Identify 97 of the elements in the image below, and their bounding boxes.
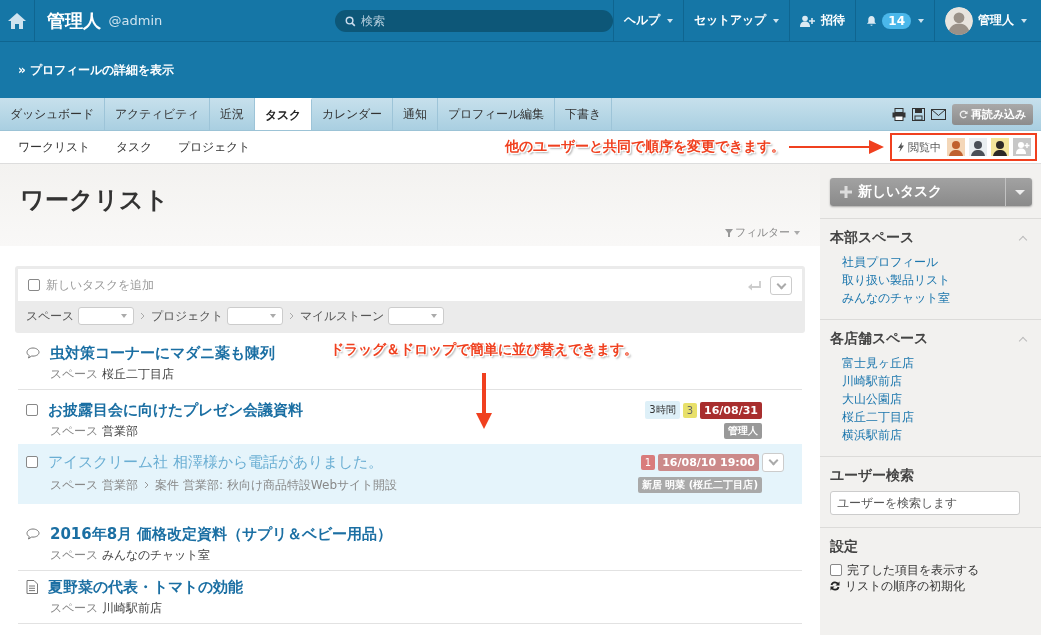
refresh-icon	[830, 581, 840, 591]
tab[interactable]: カレンダー	[312, 98, 393, 130]
site-title: 管理人	[46, 8, 101, 33]
tab[interactable]: プロフィール編集	[438, 98, 555, 130]
tab[interactable]: タスク	[255, 98, 312, 130]
item-title[interactable]: お披露目会に向けたプレゼン会議資料	[48, 400, 303, 420]
refresh-icon	[959, 109, 968, 119]
section-title: 本部スペース	[830, 229, 914, 247]
search-icon	[345, 15, 357, 27]
item-meta: スペース 営業部 案件 営業部: 秋向け商品特設Webサイト開設	[50, 476, 398, 494]
space-link[interactable]: 大山公園店	[830, 390, 1032, 408]
comment-icon	[26, 528, 40, 540]
tab[interactable]: 下書き	[555, 98, 612, 130]
assignee-label: 管理人	[724, 423, 762, 439]
section-title: 設定	[830, 538, 858, 556]
lightning-icon	[898, 142, 904, 152]
space-link[interactable]: 桜丘二丁目店	[830, 408, 1032, 426]
select-field[interactable]	[388, 307, 444, 325]
chevron-icon	[144, 481, 149, 489]
space-link[interactable]: 社員プロフィール	[830, 253, 1032, 271]
item-meta: スペース 営業部	[50, 422, 138, 440]
filter-button[interactable]: フィルター	[725, 225, 800, 240]
section-title: ユーザー検索	[830, 467, 914, 485]
add-user-icon	[800, 14, 817, 27]
item-meta: スペース 川崎駅前店	[50, 599, 162, 617]
user-menu[interactable]: 管理人	[934, 0, 1041, 41]
avatar-icon	[991, 138, 1009, 156]
invite-button[interactable]: 招待	[789, 0, 856, 41]
item-meta: スペース みんなのチャット室	[50, 546, 210, 564]
reload-button[interactable]: 再読み込み	[952, 103, 1033, 125]
reset-order-link[interactable]: リストの順序の初期化	[845, 578, 965, 594]
bell-icon	[866, 15, 878, 26]
new-task-field[interactable]: 新しいタスクを追加	[18, 269, 802, 301]
user-search-field[interactable]: ユーザーを検索します	[830, 491, 1020, 515]
document-icon	[26, 580, 38, 594]
space-link[interactable]: 川崎駅前店	[830, 372, 1032, 390]
item-meta: スペース 桜丘二丁目店	[50, 365, 174, 383]
tab[interactable]: ダッシュボード	[0, 98, 105, 130]
subnav-link[interactable]: プロジェクト	[178, 138, 250, 156]
annotation-arrow	[476, 373, 492, 429]
assignee-label: 新居 明菜 (桜丘二丁目店)	[637, 477, 762, 493]
dropdown-button[interactable]	[762, 452, 784, 472]
tab[interactable]: アクティビティ	[105, 98, 210, 130]
search-field[interactable]: 検索	[335, 9, 614, 32]
filter-icon	[725, 228, 733, 237]
selector-label: スペース	[26, 307, 74, 325]
space-link[interactable]: 横浜駅前店	[830, 426, 1032, 444]
avatar-icon	[945, 6, 973, 35]
checkbox[interactable]	[26, 456, 38, 468]
selector-label: プロジェクト	[151, 307, 223, 325]
checkbox-label[interactable]: 完了した項目を表示する	[847, 562, 979, 578]
checkbox[interactable]	[830, 564, 842, 576]
comment-icon	[26, 347, 40, 359]
add-user-icon[interactable]	[1013, 138, 1031, 156]
chevron-icon	[289, 312, 294, 320]
item-badge: 16/08/31	[700, 401, 762, 419]
site-handle: @admin	[108, 13, 163, 28]
page-title: ワークリスト	[20, 185, 170, 216]
dropdown-button[interactable]	[770, 276, 792, 295]
avatar-icon	[947, 138, 965, 156]
viewing-label: 閲覧中	[908, 139, 941, 155]
notification-count: 14	[882, 12, 911, 29]
select-field[interactable]	[78, 307, 134, 325]
annotation-text: 他のユーザーと共同で順序を変更できます。	[505, 138, 785, 156]
selector-label: マイルストーン	[300, 307, 384, 325]
subnav-link[interactable]: タスク	[116, 138, 152, 156]
new-task-button[interactable]: 新しいタスク	[830, 178, 1032, 206]
menu-button[interactable]: ヘルプ	[613, 0, 684, 41]
avatar-icon	[969, 138, 987, 156]
select-field[interactable]	[227, 307, 283, 325]
item-title[interactable]: 夏野菜の代表・トマトの効能	[48, 577, 243, 597]
item-title[interactable]: 虫対策コーナーにマダニ薬も陳列	[50, 343, 275, 363]
subnav-link[interactable]: ワークリスト	[18, 138, 90, 156]
tab[interactable]: 通知	[393, 98, 438, 130]
print-icon[interactable]	[892, 107, 906, 121]
item-badge: 1	[640, 454, 656, 470]
item-badge: 3	[682, 402, 698, 418]
chevron-icon	[140, 312, 145, 320]
plus-icon	[840, 186, 852, 198]
space-link[interactable]: 取り扱い製品リスト	[830, 271, 1032, 289]
save-icon[interactable]	[912, 107, 925, 121]
checkbox[interactable]	[26, 404, 38, 416]
profile-details-link[interactable]: » プロフィールの詳細を表示	[18, 61, 174, 79]
enter-icon[interactable]	[748, 280, 762, 291]
space-link[interactable]: 富士見ヶ丘店	[830, 354, 1032, 372]
dragged-task-row[interactable]: アイスクリーム社 相澤様から電話がありました。 1 16/08/10 19:00 スペース 営業部 案件 営業部: 秋向け商品特設Webサイト開設 新居 明菜 (桜丘二丁目店)	[18, 444, 802, 504]
item-title[interactable]: 2016年8月 価格改定資料（サプリ＆ベビー用品）	[50, 524, 393, 544]
item-badge: 16/08/10 19:00	[658, 453, 759, 471]
annotation-text: ドラッグ＆ドロップで簡単に並び替えできます。	[330, 341, 638, 359]
checkbox[interactable]	[28, 279, 40, 291]
menu-button[interactable]: セットアップ	[683, 0, 790, 41]
item-title: アイスクリーム社 相澤様から電話がありました。	[48, 452, 383, 472]
space-link[interactable]: みんなのチャット室	[830, 289, 1032, 307]
home-icon	[6, 11, 27, 30]
mail-icon[interactable]	[931, 108, 946, 120]
section-title: 各店舗スペース	[830, 330, 928, 348]
item-badge: 3時間	[645, 401, 680, 419]
